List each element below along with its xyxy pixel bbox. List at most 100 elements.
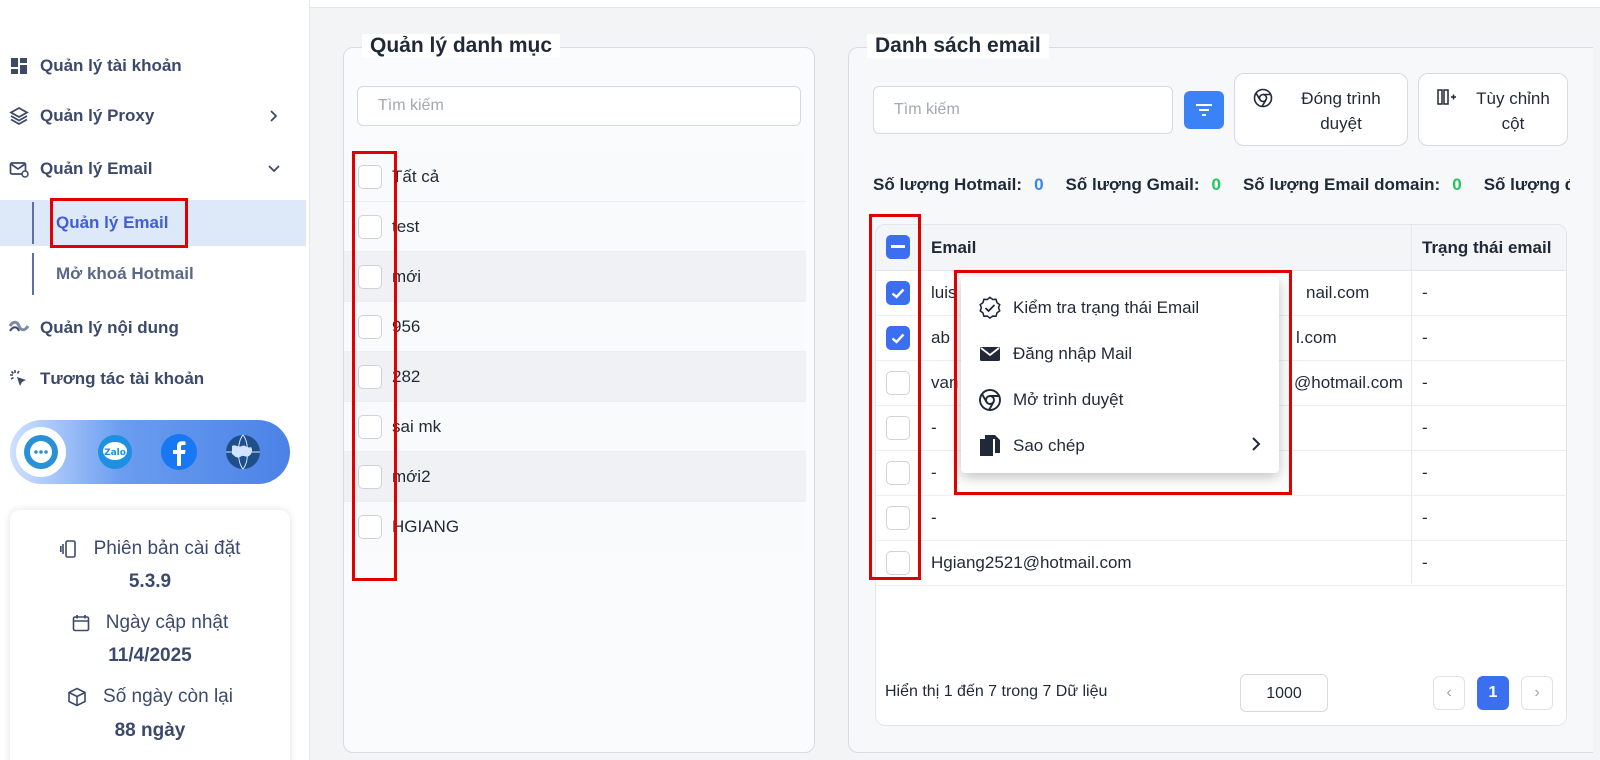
filter-icon	[1196, 104, 1212, 116]
row-checkbox[interactable]	[886, 506, 910, 530]
status-cell: -	[1422, 508, 1428, 527]
email-cell: ab	[931, 328, 950, 347]
context-menu: Kiểm tra trạng thái Email Đăng nhập Mail…	[961, 277, 1279, 473]
minus-icon	[891, 245, 905, 248]
category-item[interactable]: 956	[344, 302, 806, 352]
layers-icon	[8, 105, 30, 127]
table-row[interactable]: - -	[876, 496, 1566, 541]
menu-item-copy[interactable]: Sao chép	[961, 425, 1279, 467]
click-icon	[8, 368, 30, 390]
category-label: Tất cả	[392, 166, 440, 186]
category-checkbox[interactable]	[358, 314, 382, 339]
page-size-select[interactable]: 1000	[1240, 674, 1328, 712]
sidebar-item-content[interactable]: Quản lý nội dung	[8, 308, 298, 348]
social-bar: Zalo	[10, 420, 290, 484]
row-checkbox[interactable]	[886, 461, 910, 485]
version-info: Phiên bản cài đặt 5.3.9	[10, 538, 290, 593]
support-icon[interactable]	[16, 427, 66, 477]
chevron-down-icon[interactable]	[264, 159, 284, 179]
chevron-right-icon[interactable]	[264, 106, 284, 126]
gmail-count-value: 0	[1211, 175, 1221, 194]
tree-line	[32, 202, 34, 244]
row-checkbox[interactable]	[886, 371, 910, 395]
category-label: mới	[392, 266, 422, 286]
columns-icon	[1437, 88, 1457, 111]
filter-button[interactable]	[1184, 91, 1224, 129]
category-checkbox[interactable]	[358, 364, 382, 389]
domain-count-value: 0	[1452, 175, 1462, 194]
content-icon	[8, 317, 30, 339]
row-checkbox[interactable]	[886, 416, 910, 440]
hotmail-count-value: 0	[1034, 175, 1044, 194]
menu-item-check-status[interactable]: Kiểm tra trạng thái Email	[961, 287, 1279, 329]
menu-item-login-mail[interactable]: Đăng nhập Mail	[961, 333, 1279, 375]
sidebar: Quản lý tài khoản Quản lý Proxy Quản lý …	[0, 0, 310, 760]
device-icon	[59, 540, 78, 558]
category-item[interactable]: 282	[344, 352, 806, 402]
tree-line	[32, 253, 34, 295]
sidebar-subitem-manage-email[interactable]: Quản lý Email	[0, 200, 306, 246]
category-item[interactable]: Tất cả	[344, 152, 806, 202]
chrome-icon	[1253, 88, 1273, 113]
facebook-icon[interactable]	[154, 427, 204, 477]
prev-page-button[interactable]: ‹	[1433, 676, 1465, 710]
category-item[interactable]: test	[344, 202, 806, 252]
globe-icon[interactable]	[218, 427, 268, 477]
next-page-button[interactable]: ›	[1521, 676, 1553, 710]
category-search-input[interactable]	[357, 86, 801, 126]
sidebar-item-proxy[interactable]: Quản lý Proxy	[8, 96, 298, 136]
domain-count-label: Số lượng Email domain:	[1242, 175, 1441, 194]
check-icon	[891, 333, 905, 344]
update-value: 11/4/2025	[108, 645, 192, 666]
email-cell: -	[931, 463, 937, 482]
category-item[interactable]: HGIANG	[344, 502, 806, 552]
sidebar-subitem-unlock-hotmail[interactable]: Mở khoá Hotmail	[0, 251, 306, 297]
update-label: Ngày cập nhật	[105, 612, 229, 633]
row-checkbox[interactable]	[886, 551, 910, 575]
table-row[interactable]: Hgiang2521@hotmail.com -	[876, 541, 1566, 586]
sidebar-item-label: Quản lý tài khoản	[40, 56, 182, 75]
sidebar-item-interaction[interactable]: Tương tác tài khoản	[8, 359, 298, 399]
sidebar-subitem-label: Mở khoá Hotmail	[56, 264, 194, 283]
category-item[interactable]: sai mk	[344, 402, 806, 452]
category-checkbox[interactable]	[358, 464, 382, 489]
row-checkbox[interactable]	[886, 326, 910, 350]
category-checkbox[interactable]	[358, 414, 382, 439]
zalo-icon[interactable]: Zalo	[90, 427, 140, 477]
close-browser-button[interactable]: Đóng trình duyệt	[1234, 73, 1408, 146]
email-search-input[interactable]	[873, 86, 1173, 134]
status-cell: -	[1422, 553, 1428, 572]
menu-item-label: Sao chép	[1013, 436, 1085, 455]
column-header-email[interactable]: Email	[931, 238, 976, 258]
menu-item-label: Đăng nhập Mail	[1013, 344, 1133, 363]
sidebar-item-email[interactable]: Quản lý Email	[8, 149, 298, 189]
category-checkbox[interactable]	[358, 164, 382, 189]
category-label: mới2	[392, 466, 431, 486]
customize-columns-label: Tùy chỉnh cột	[1476, 89, 1550, 133]
category-checkbox[interactable]	[358, 264, 382, 289]
sidebar-item-accounts[interactable]: Quản lý tài khoản	[8, 46, 298, 86]
category-checkbox[interactable]	[358, 214, 382, 239]
page-button-1[interactable]: 1	[1477, 676, 1509, 710]
close-browser-label: Đóng trình duyệt	[1301, 89, 1381, 133]
select-all-checkbox[interactable]	[886, 235, 910, 259]
category-checkbox[interactable]	[358, 515, 382, 539]
column-header-status[interactable]: Trạng thái email	[1422, 238, 1551, 258]
box-icon	[67, 687, 87, 707]
menu-item-open-browser[interactable]: Mở trình duyệt	[961, 379, 1279, 421]
email-counts: Số lượng Hotmail: 0 Số lượng Gmail: 0 Số lượ…	[873, 175, 1570, 195]
status-cell: -	[1422, 283, 1428, 302]
sidebar-item-label: Quản lý Proxy	[40, 106, 155, 125]
email-cell: -	[931, 508, 937, 527]
zalo-text: Zalo	[104, 448, 126, 458]
row-checkbox[interactable]	[886, 281, 910, 305]
other-count-label: Số lượng đã	[1483, 175, 1570, 194]
customize-columns-button[interactable]: Tùy chỉnh cột	[1418, 73, 1568, 146]
category-item[interactable]: mới	[344, 252, 806, 302]
category-item[interactable]: mới2	[344, 452, 806, 502]
version-label: Phiên bản cài đặt	[93, 538, 241, 559]
remaining-label: Số ngày còn lại	[103, 686, 233, 707]
category-label: sai mk	[392, 416, 442, 436]
category-label: 956	[392, 316, 421, 336]
chrome-icon	[977, 387, 1003, 413]
